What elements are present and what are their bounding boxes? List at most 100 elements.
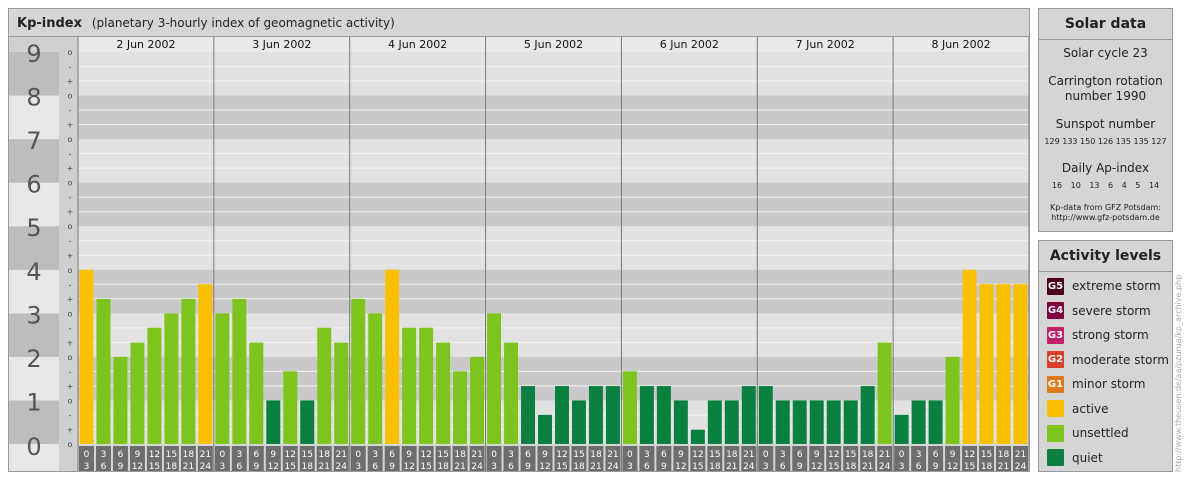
legend-item-quiet: quiet <box>1039 446 1172 471</box>
kp-bar <box>639 386 654 444</box>
interval-start: 21 <box>200 450 211 460</box>
interval-start: 15 <box>573 450 584 460</box>
kp-bar <box>775 400 790 444</box>
kp-band <box>78 269 1029 314</box>
kp-bar <box>249 342 264 444</box>
interval-start: 3 <box>780 450 786 460</box>
legend-item-g4: G4 severe storm <box>1039 299 1172 324</box>
interval-start: 15 <box>437 450 448 460</box>
interval-start: 9 <box>406 450 412 460</box>
ap-values: 16 10 13 6 4 5 14 <box>1051 181 1160 190</box>
y-minor-mark: - <box>69 106 72 115</box>
interval-end: 6 <box>372 462 378 471</box>
y-minor-mark: + <box>67 208 74 217</box>
interval-start: 9 <box>135 450 141 460</box>
kp-bar <box>215 313 230 444</box>
interval-start: 3 <box>236 450 242 460</box>
interval-start: 0 <box>355 450 361 460</box>
interval-start: 6 <box>933 450 939 460</box>
interval-end: 6 <box>236 462 242 471</box>
interval-end: 3 <box>84 462 90 471</box>
solar-data-panel: Solar data Solar cycle 23 Carrington rot… <box>1038 8 1173 232</box>
legend-item-g2: G2 moderate storm <box>1039 348 1172 373</box>
y-minor-mark: + <box>67 382 74 391</box>
kp-bar <box>588 386 603 444</box>
interval-end: 21 <box>319 462 330 471</box>
interval-start: 6 <box>661 450 667 460</box>
kp-bar <box>232 298 247 444</box>
kp-bar <box>351 298 366 444</box>
interval-end: 24 <box>335 462 347 471</box>
kp-bar <box>79 269 94 444</box>
kp-bar <box>860 386 875 444</box>
day-label: 5 Jun 2002 <box>524 38 583 51</box>
interval-start: 12 <box>285 450 296 460</box>
interval-start: 12 <box>964 450 975 460</box>
interval-start: 9 <box>814 450 820 460</box>
interval-start: 12 <box>420 450 431 460</box>
interval-end: 3 <box>627 462 633 471</box>
kp-bar <box>504 342 519 444</box>
kp-bar <box>928 400 943 444</box>
kp-bar <box>283 371 298 444</box>
legend-label: minor storm <box>1072 377 1146 392</box>
y-tick-label: 6 <box>26 171 41 199</box>
kp-band <box>78 182 1029 227</box>
legend-swatch: G4 <box>1047 302 1064 320</box>
interval-end: 24 <box>200 462 212 471</box>
activity-levels-title: Activity levels <box>1039 241 1172 272</box>
interval-end: 18 <box>302 462 314 471</box>
legend-code: G5 <box>1047 280 1064 292</box>
interval-end: 9 <box>253 462 259 471</box>
kp-bar <box>979 284 994 444</box>
interval-start: 9 <box>678 450 684 460</box>
legend-label: unsettled <box>1072 426 1129 441</box>
legend-label: strong storm <box>1072 328 1149 343</box>
kp-band <box>78 139 1029 183</box>
kp-band <box>78 95 1029 140</box>
kp-bar <box>164 313 179 444</box>
kp-bar <box>453 371 468 444</box>
interval-start: 3 <box>101 450 107 460</box>
sunspot-label: Sunspot number <box>1055 117 1156 131</box>
interval-end: 9 <box>389 462 395 471</box>
y-tick-label: 2 <box>26 345 41 373</box>
interval-end: 3 <box>355 462 361 471</box>
kp-bar <box>368 313 383 444</box>
y-minor-mark: - <box>69 411 72 420</box>
legend-swatch: G5 <box>1047 277 1064 295</box>
y-minor-mark: o <box>68 440 73 449</box>
interval-end: 21 <box>998 462 1009 471</box>
kp-bar <box>877 342 892 444</box>
kp-bar <box>894 414 909 444</box>
interval-end: 12 <box>132 462 143 471</box>
interval-end: 9 <box>525 462 531 471</box>
kp-bar <box>181 298 196 444</box>
interval-start: 15 <box>302 450 313 460</box>
kp-bar <box>402 327 417 444</box>
interval-start: 12 <box>828 450 839 460</box>
interval-start: 18 <box>998 450 1010 460</box>
y-minor-mark: o <box>68 309 73 318</box>
kp-bar <box>198 284 213 444</box>
interval-start: 3 <box>644 450 650 460</box>
legend-item-unsettled: unsettled <box>1039 421 1172 446</box>
kp-bar <box>334 342 349 444</box>
kp-bar <box>724 400 739 444</box>
interval-end: 12 <box>675 462 686 471</box>
interval-start: 21 <box>743 450 754 460</box>
kp-bar <box>792 400 807 444</box>
kp-bar <box>470 356 485 444</box>
source-line-2: http://www.gfz-potsdam.de <box>1051 213 1160 222</box>
y-tick-label: 7 <box>26 127 41 155</box>
interval-end: 15 <box>556 462 567 471</box>
y-tick-label: 9 <box>26 40 41 68</box>
interval-end: 18 <box>573 462 585 471</box>
interval-end: 15 <box>828 462 839 471</box>
interval-end: 18 <box>709 462 721 471</box>
legend-swatch <box>1047 424 1064 442</box>
interval-end: 18 <box>437 462 449 471</box>
interval-end: 9 <box>118 462 124 471</box>
y-minor-mark: - <box>69 367 72 376</box>
legend-item-g5: G5 extreme storm <box>1039 274 1172 299</box>
